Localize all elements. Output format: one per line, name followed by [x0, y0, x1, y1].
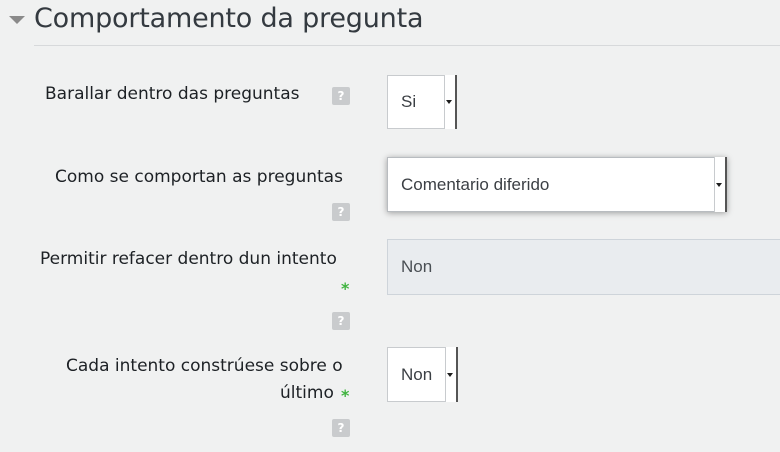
allow-redo-select: Non [387, 239, 780, 295]
select-value: Non [401, 364, 433, 384]
section-divider [34, 45, 780, 46]
question-behaviour-select[interactable]: Comentario diferido [387, 157, 727, 212]
help-icon[interactable]: ? [332, 419, 350, 437]
shuffle-within-questions-label: Barallar dentro das preguntas [45, 84, 300, 104]
chevron-down-icon [716, 182, 722, 187]
select-value: Si [401, 92, 417, 111]
caret-down-icon[interactable] [9, 16, 25, 24]
help-icon[interactable]: ? [332, 203, 350, 221]
each-attempt-builds-label-line2: último [280, 383, 334, 403]
chevron-down-icon [446, 100, 452, 104]
allow-redo-label: Permitir refacer dentro dun intento [40, 249, 337, 269]
question-behaviour-label: Como se comportan as preguntas [55, 167, 343, 187]
select-arrow-box [444, 75, 457, 129]
select-arrow-box [445, 347, 458, 402]
help-icon[interactable]: ? [332, 312, 350, 330]
required-icon: * [341, 279, 350, 298]
select-arrow-box [714, 157, 727, 212]
each-attempt-builds-select[interactable]: Non [387, 347, 458, 402]
section-title[interactable]: Comportamento da pregunta [34, 3, 423, 34]
each-attempt-builds-label-line1: Cada intento constrúese sobre o [66, 356, 343, 376]
select-value: Comentario diferido [401, 174, 550, 194]
section-header[interactable]: Comportamento da pregunta [0, 0, 780, 46]
shuffle-within-questions-select[interactable]: Si [387, 75, 457, 129]
chevron-down-icon [447, 372, 453, 377]
select-value: Non [401, 257, 433, 276]
required-icon: * [341, 386, 350, 405]
help-icon[interactable]: ? [332, 87, 350, 105]
